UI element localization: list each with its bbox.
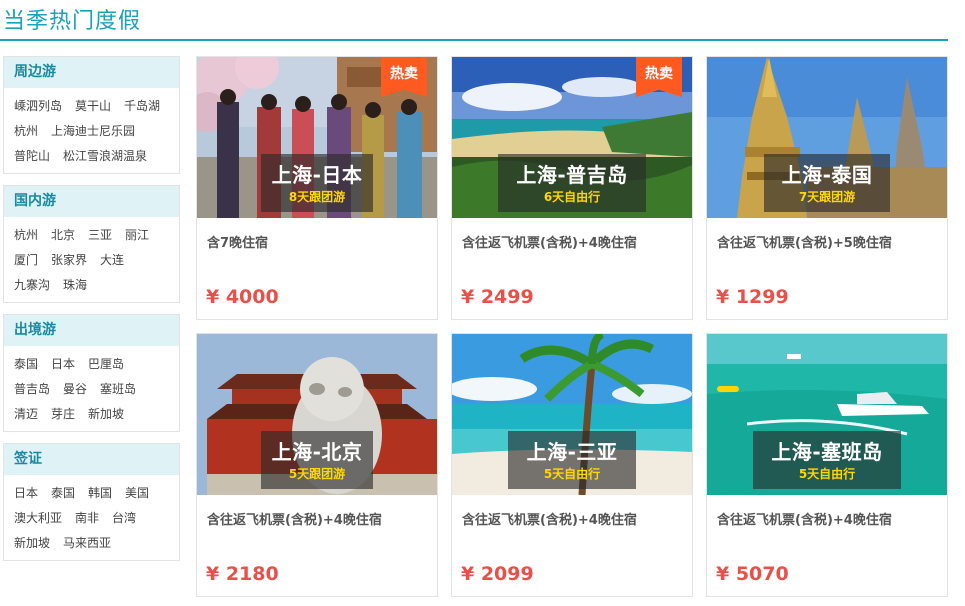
destination-link[interactable]: 千岛湖 — [124, 94, 160, 119]
product-price: ¥ 5070 — [716, 563, 789, 585]
destination-link[interactable]: 芽庄 — [51, 402, 75, 427]
destination-link[interactable]: 杭州 — [14, 223, 38, 248]
trip-type: 5天自由行 — [798, 467, 856, 481]
destination-link[interactable]: 北京 — [51, 223, 75, 248]
destination-link[interactable]: 泰国 — [14, 352, 38, 377]
product-image-saipan: 上海-塞班岛 5天自由行 — [707, 334, 947, 495]
product-price: ¥ 2180 — [206, 563, 279, 585]
destination-link[interactable]: 九寨沟 — [14, 273, 50, 298]
destination-link[interactable]: 泰国 — [51, 481, 75, 506]
destination-link[interactable]: 普陀山 — [14, 144, 50, 169]
category-links: 嵊泗列岛 莫干山 千岛湖 杭州 上海迪士尼乐园 普陀山 松江雪浪湖温泉 — [4, 88, 179, 173]
destination-title: 上海-北京 — [271, 440, 363, 464]
destination-overlay: 上海-普吉岛 6天自由行 — [498, 154, 646, 212]
product-price: ¥ 1299 — [716, 286, 789, 308]
category-title[interactable]: 出境游 — [4, 315, 179, 346]
destination-title: 上海-泰国 — [781, 163, 873, 187]
destination-link[interactable]: 美国 — [125, 481, 149, 506]
destination-link[interactable]: 普吉岛 — [14, 377, 50, 402]
destination-link[interactable]: 新加坡 — [88, 402, 124, 427]
product-price: ¥ 4000 — [206, 286, 279, 308]
product-description: 含往返飞机票(含税)+4晚住宿 — [207, 513, 382, 528]
category-nearby: 周边游 嵊泗列岛 莫干山 千岛湖 杭州 上海迪士尼乐园 普陀山 松江雪浪湖温泉 — [3, 56, 180, 174]
product-description: 含往返飞机票(含税)+4晚住宿 — [462, 236, 637, 251]
destination-overlay: 上海-日本 8天跟团游 — [261, 154, 373, 212]
destination-link[interactable]: 新加坡 — [14, 531, 50, 556]
product-description: 含往返飞机票(含税)+4晚住宿 — [717, 513, 892, 528]
destination-overlay: 上海-泰国 7天跟团游 — [764, 154, 890, 212]
sidebar: 周边游 嵊泗列岛 莫干山 千岛湖 杭州 上海迪士尼乐园 普陀山 松江雪浪湖温泉 … — [3, 56, 180, 572]
destination-link[interactable]: 台湾 — [112, 506, 136, 531]
product-card-sanya[interactable]: 上海-三亚 5天自由行 含往返飞机票(含税)+4晚住宿 ¥ 2099 — [451, 333, 693, 597]
destination-link[interactable]: 莫干山 — [75, 94, 111, 119]
section-title: 当季热门度假 — [3, 9, 142, 34]
destination-link[interactable]: 厦门 — [14, 248, 38, 273]
destination-link[interactable]: 日本 — [51, 352, 75, 377]
destination-link[interactable]: 张家界 — [51, 248, 87, 273]
category-links: 泰国 日本 巴厘岛 普吉岛 曼谷 塞班岛 清迈 芽庄 新加坡 — [4, 346, 179, 431]
destination-link[interactable]: 杭州 — [14, 119, 38, 144]
category-links: 日本 泰国 韩国 美国 澳大利亚 南非 台湾 新加坡 马来西亚 — [4, 475, 179, 560]
destination-title: 上海-普吉岛 — [516, 163, 628, 187]
destination-title: 上海-三亚 — [526, 440, 618, 464]
category-visa: 签证 日本 泰国 韩国 美国 澳大利亚 南非 台湾 新加坡 马来西亚 — [3, 443, 180, 561]
category-outbound: 出境游 泰国 日本 巴厘岛 普吉岛 曼谷 塞班岛 清迈 芽庄 新加坡 — [3, 314, 180, 432]
product-image-beijing: 上海-北京 5天跟团游 — [197, 334, 437, 495]
product-description: 含往返飞机票(含税)+4晚住宿 — [462, 513, 637, 528]
destination-link[interactable]: 曼谷 — [63, 377, 87, 402]
destination-link[interactable]: 巴厘岛 — [88, 352, 124, 377]
product-price: ¥ 2099 — [461, 563, 534, 585]
product-card-japan[interactable]: 热卖 上海-日本 8天跟团游 含7晚住宿 ¥ 4000 — [196, 56, 438, 320]
section-header: 当季热门度假 — [0, 0, 948, 41]
destination-link[interactable]: 澳大利亚 — [14, 506, 62, 531]
product-image-sanya: 上海-三亚 5天自由行 — [452, 334, 692, 495]
destination-link[interactable]: 南非 — [75, 506, 99, 531]
product-card-saipan[interactable]: 上海-塞班岛 5天自由行 含往返飞机票(含税)+4晚住宿 ¥ 5070 — [706, 333, 948, 597]
product-card-phuket[interactable]: 热卖 上海-普吉岛 6天自由行 含往返飞机票(含税)+4晚住宿 ¥ 2499 — [451, 56, 693, 320]
product-image-thailand: 上海-泰国 7天跟团游 — [707, 57, 947, 218]
destination-link[interactable]: 上海迪士尼乐园 — [51, 119, 135, 144]
destination-link[interactable]: 松江雪浪湖温泉 — [63, 144, 147, 169]
destination-link[interactable]: 三亚 — [88, 223, 112, 248]
trip-type: 7天跟团游 — [798, 190, 856, 204]
destination-link[interactable]: 珠海 — [63, 273, 87, 298]
category-domestic: 国内游 杭州 北京 三亚 丽江 厦门 张家界 大连 九寨沟 珠海 — [3, 185, 180, 303]
destination-link[interactable]: 丽江 — [125, 223, 149, 248]
product-image-japan: 热卖 上海-日本 8天跟团游 — [197, 57, 437, 218]
destination-overlay: 上海-塞班岛 5天自由行 — [753, 431, 901, 489]
product-image-phuket: 热卖 上海-普吉岛 6天自由行 — [452, 57, 692, 218]
destination-overlay: 上海-三亚 5天自由行 — [508, 431, 636, 489]
category-title[interactable]: 国内游 — [4, 186, 179, 217]
category-links: 杭州 北京 三亚 丽江 厦门 张家界 大连 九寨沟 珠海 — [4, 217, 179, 302]
destination-title: 上海-日本 — [271, 163, 363, 187]
product-description: 含往返飞机票(含税)+5晚住宿 — [717, 236, 892, 251]
destination-overlay: 上海-北京 5天跟团游 — [261, 431, 373, 489]
destination-link[interactable]: 韩国 — [88, 481, 112, 506]
destination-link[interactable]: 马来西亚 — [63, 531, 111, 556]
destination-title: 上海-塞班岛 — [771, 440, 883, 464]
product-card-beijing[interactable]: 上海-北京 5天跟团游 含往返飞机票(含税)+4晚住宿 ¥ 2180 — [196, 333, 438, 597]
product-price: ¥ 2499 — [461, 286, 534, 308]
destination-link[interactable]: 日本 — [14, 481, 38, 506]
trip-type: 5天跟团游 — [288, 467, 346, 481]
category-title[interactable]: 周边游 — [4, 57, 179, 88]
trip-type: 6天自由行 — [543, 190, 601, 204]
product-description: 含7晚住宿 — [207, 236, 269, 251]
trip-type: 8天跟团游 — [288, 190, 346, 204]
category-title[interactable]: 签证 — [4, 444, 179, 475]
destination-link[interactable]: 塞班岛 — [100, 377, 136, 402]
destination-link[interactable]: 嵊泗列岛 — [14, 94, 62, 119]
destination-link[interactable]: 大连 — [100, 248, 124, 273]
destination-link[interactable]: 清迈 — [14, 402, 38, 427]
trip-type: 5天自由行 — [543, 467, 601, 481]
product-card-thailand[interactable]: 上海-泰国 7天跟团游 含往返飞机票(含税)+5晚住宿 ¥ 1299 — [706, 56, 948, 320]
